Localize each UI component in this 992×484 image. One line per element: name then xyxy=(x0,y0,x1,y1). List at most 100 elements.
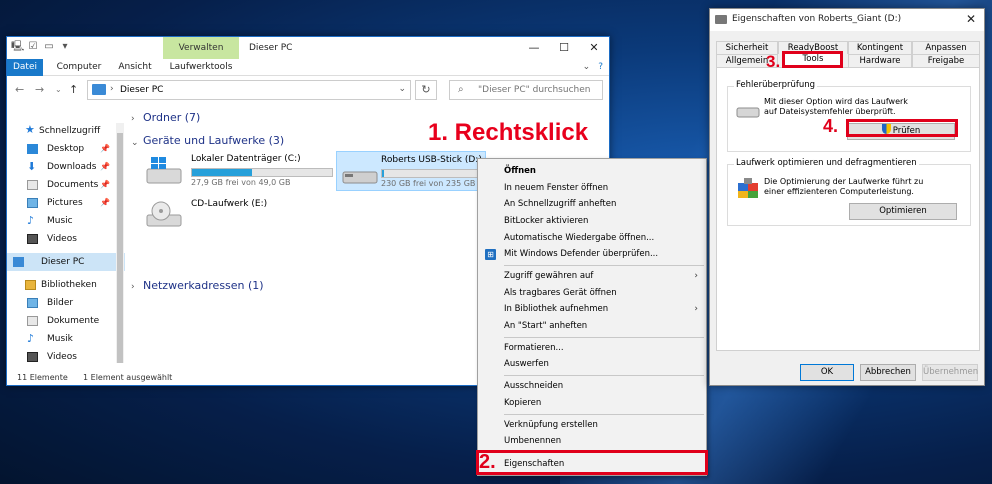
apply-button[interactable]: Übernehmen xyxy=(922,364,978,381)
menu-item-cut[interactable]: Ausschneiden xyxy=(478,378,706,395)
window-title: Dieser PC xyxy=(249,43,293,53)
group-header-folders[interactable]: Ordner (7) xyxy=(143,111,200,124)
minimize-icon[interactable]: — xyxy=(519,37,549,59)
drive-free-space: 230 GB frei von 235 GB xyxy=(381,179,476,188)
chevron-down-icon[interactable]: ⌄ xyxy=(131,138,139,148)
drive-icon xyxy=(715,15,727,24)
drive-item-e[interactable]: CD-Laufwerk (E:) xyxy=(141,195,339,235)
tab-verwalten[interactable]: Verwalten xyxy=(163,37,239,59)
cancel-button[interactable]: Abbrechen xyxy=(860,364,916,381)
back-icon[interactable]: ← xyxy=(15,83,24,96)
sidebar-item-schnellzugriff[interactable]: ★ Schnellzugriff xyxy=(7,122,125,140)
sidebar-item-desktop[interactable]: Desktop 📌 xyxy=(7,140,125,158)
sidebar-item-bibliotheken[interactable]: Bibliotheken xyxy=(7,276,125,294)
chevron-down-icon[interactable]: ⌄ xyxy=(583,62,591,72)
computer-icon: 🖳 xyxy=(11,41,25,52)
properties-icon[interactable]: ☑ xyxy=(27,41,39,53)
drive-usage-bar xyxy=(191,168,333,177)
sidebar-item-pictures[interactable]: Pictures 📌 xyxy=(7,194,125,212)
usb-drive-icon xyxy=(342,171,378,184)
sidebar-item-bilder[interactable]: Bilder xyxy=(7,294,125,312)
tab-laufwerktools[interactable]: Laufwerktools xyxy=(167,59,235,76)
window-controls: — ☐ ✕ xyxy=(519,37,609,59)
sidebar-item-videos-library[interactable]: Videos xyxy=(7,348,125,366)
chevron-down-icon[interactable]: ▾ xyxy=(59,41,71,53)
menu-item-include-library[interactable]: In Bibliothek aufnehmen › xyxy=(478,301,706,318)
menu-item-pin-start[interactable]: An "Start" anheften xyxy=(478,318,706,335)
close-icon[interactable]: ✕ xyxy=(579,37,609,59)
drive-name: Roberts USB-Stick (D:) xyxy=(381,155,482,165)
menu-item-copy[interactable]: Kopieren xyxy=(478,395,706,412)
search-input[interactable] xyxy=(478,83,600,97)
address-bar[interactable]: › Dieser PC ⌄ xyxy=(87,80,411,100)
menu-item-rename[interactable]: Umbenennen xyxy=(478,433,706,450)
sidebar-item-music[interactable]: ♪ Music xyxy=(7,212,125,230)
sidebar-item-dokumente[interactable]: Dokumente xyxy=(7,312,125,330)
maximize-icon[interactable]: ☐ xyxy=(549,37,579,59)
computer-icon xyxy=(92,84,106,95)
search-box[interactable]: ⌕ xyxy=(449,80,603,100)
menu-item-autoplay[interactable]: Automatische Wiedergabe öffnen... xyxy=(478,230,706,247)
menu-item-create-shortcut[interactable]: Verknüpfung erstellen xyxy=(478,417,706,434)
menu-item-defender-scan[interactable]: ⊞ Mit Windows Defender überprüfen... xyxy=(478,246,706,263)
explorer-titlebar: 🖳 ☑ ▭ ▾ Verwalten Dieser PC — ☐ ✕ xyxy=(7,37,609,59)
pin-icon[interactable]: 📌 xyxy=(100,140,110,158)
help-icon[interactable]: ? xyxy=(598,62,603,72)
menu-item-eject[interactable]: Auswerfen xyxy=(478,356,706,373)
sidebar-item-musik[interactable]: ♪ Musik xyxy=(7,330,125,348)
sidebar-item-downloads[interactable]: ⬇ Downloads 📌 xyxy=(7,158,125,176)
sidebar-item-documents[interactable]: Documents 📌 xyxy=(7,176,125,194)
sidebar-scrollbar-thumb[interactable] xyxy=(117,133,123,363)
highlight-pruefen-button xyxy=(846,119,958,137)
refresh-icon[interactable]: ↻ xyxy=(415,80,437,100)
chevron-right-icon[interactable]: › xyxy=(131,282,135,292)
music-icon: ♪ xyxy=(27,332,35,345)
tools-panel: Fehlerüberprüfung Mit dieser Option wird… xyxy=(716,67,980,351)
tab-ansicht[interactable]: Ansicht xyxy=(111,59,159,76)
menu-item-grant-access[interactable]: Zugriff gewähren auf › xyxy=(478,268,706,285)
drive-name: CD-Laufwerk (E:) xyxy=(191,199,268,209)
close-icon[interactable]: ✕ xyxy=(966,12,976,26)
chevron-right-icon: › xyxy=(694,304,698,314)
tab-hardware[interactable]: Hardware xyxy=(848,54,912,67)
forward-icon[interactable]: → xyxy=(35,83,44,96)
annotation-step-3: 3. xyxy=(766,52,781,71)
chevron-down-icon[interactable]: ⌄ xyxy=(398,84,406,94)
menu-separator xyxy=(504,414,704,415)
group-header-network[interactable]: Netzwerkadressen (1) xyxy=(143,279,264,292)
recent-dropdown-icon[interactable]: ⌄ xyxy=(55,85,62,94)
tab-freigabe[interactable]: Freigabe xyxy=(912,54,980,67)
menu-item-pin-quick-access[interactable]: An Schnellzugriff anheften xyxy=(478,196,706,213)
search-icon: ⌕ xyxy=(458,84,464,95)
optimieren-button[interactable]: Optimieren xyxy=(849,203,957,220)
highlight-properties xyxy=(476,450,708,475)
pin-icon[interactable]: 📌 xyxy=(100,176,110,194)
chevron-right-icon[interactable]: › xyxy=(131,114,135,124)
sidebar-item-videos[interactable]: Videos xyxy=(7,230,125,248)
drive-free-space: 27,9 GB frei von 49,0 GB xyxy=(191,178,291,187)
group-header-drives[interactable]: Geräte und Laufwerke (3) xyxy=(143,134,284,147)
defrag-icon xyxy=(738,178,758,198)
drive-item-d[interactable]: Roberts USB-Stick (D:) 230 GB frei von 2… xyxy=(336,151,486,191)
menu-item-portable-device[interactable]: Als tragbares Gerät öffnen xyxy=(478,285,706,302)
cd-drive-icon xyxy=(146,201,182,227)
tab-computer[interactable]: Computer xyxy=(51,59,107,76)
tab-anpassen[interactable]: Anpassen xyxy=(912,41,980,54)
menu-item-bitlocker[interactable]: BitLocker aktivieren xyxy=(478,213,706,230)
new-folder-icon[interactable]: ▭ xyxy=(43,41,55,53)
menu-item-format[interactable]: Formatieren... xyxy=(478,340,706,357)
tab-datei[interactable]: Datei xyxy=(7,59,43,76)
sidebar-item-dieser-pc[interactable]: Dieser PC xyxy=(7,253,125,271)
ok-button[interactable]: OK xyxy=(800,364,854,381)
address-row: ← → ⌄ ↑ › Dieser PC ⌄ ↻ ⌕ xyxy=(7,76,609,104)
tab-kontingent[interactable]: Kontingent xyxy=(848,41,912,54)
breadcrumb[interactable]: Dieser PC xyxy=(120,85,163,95)
group-title: Laufwerk optimieren und defragmentieren xyxy=(734,158,919,168)
menu-item-oeffnen[interactable]: Öffnen xyxy=(478,163,706,180)
dialog-title: Eigenschaften von Roberts_Giant (D:) xyxy=(732,14,902,24)
pin-icon[interactable]: 📌 xyxy=(100,194,110,212)
drive-item-c[interactable]: Lokaler Datenträger (C:) 27,9 GB frei vo… xyxy=(141,151,339,191)
pin-icon[interactable]: 📌 xyxy=(100,158,110,176)
up-icon[interactable]: ↑ xyxy=(69,83,78,96)
menu-item-new-window[interactable]: In neuem Fenster öffnen xyxy=(478,180,706,197)
